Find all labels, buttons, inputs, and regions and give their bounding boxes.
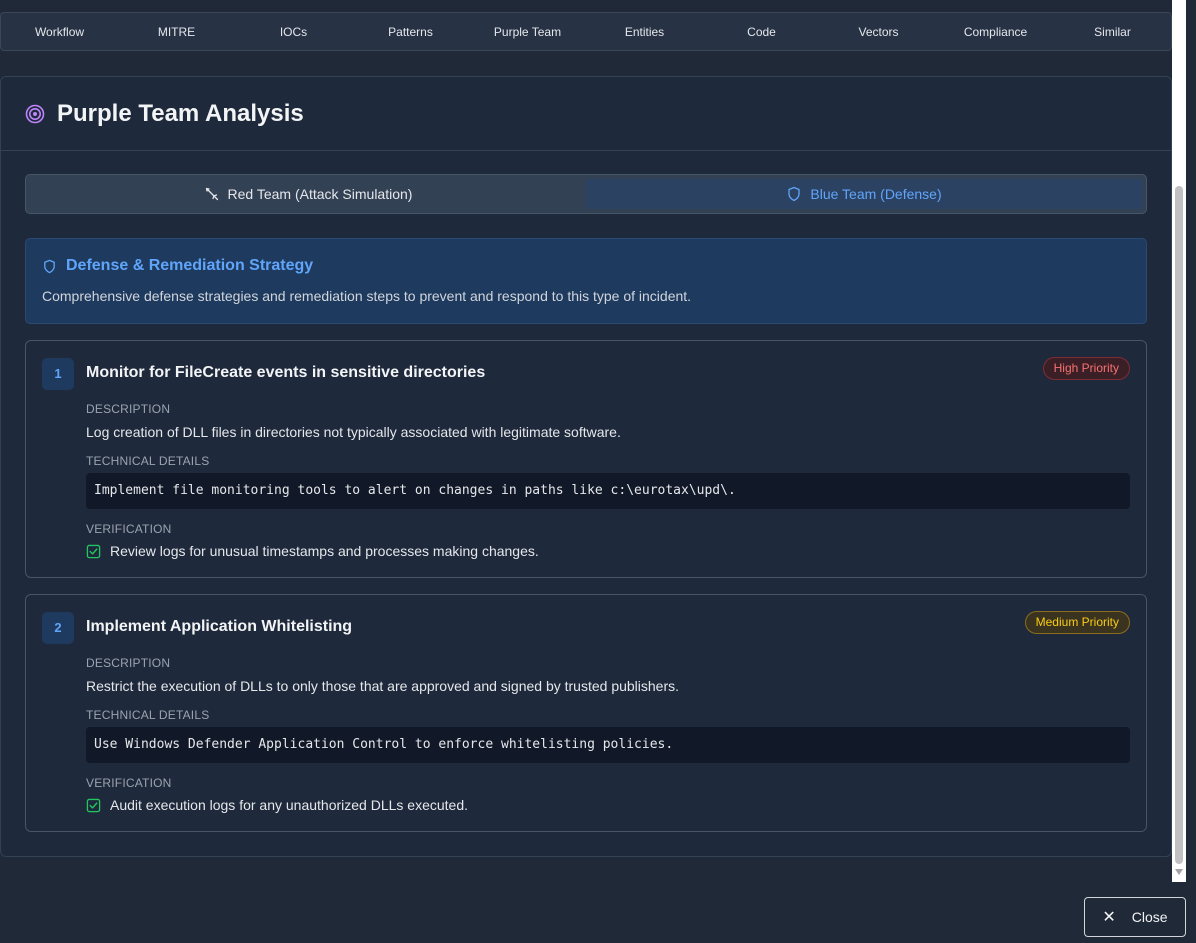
strategy-title: Defense & Remediation Strategy (66, 257, 314, 274)
tab-workflow[interactable]: Workflow (1, 13, 118, 51)
checkbox-checked-icon (86, 798, 101, 812)
tab-mitre[interactable]: MITRE (118, 13, 235, 51)
blue-team-button[interactable]: Blue Team (Defense) (586, 179, 1142, 209)
shield-icon (44, 259, 55, 273)
tab-compliance[interactable]: Compliance (937, 13, 1054, 51)
step-number: 2 (42, 612, 74, 644)
close-label: Close (1131, 909, 1168, 925)
technical-label: TECHNICAL DETAILS (86, 708, 210, 722)
red-team-button[interactable]: Red Team (Attack Simulation) (30, 179, 586, 209)
tab-code[interactable]: Code (703, 13, 820, 51)
technical-label: TECHNICAL DETAILS (86, 454, 210, 468)
checkbox-checked-icon (86, 544, 101, 558)
verification-label: VERIFICATION (86, 776, 172, 790)
tab-iocs[interactable]: IOCs (235, 13, 352, 51)
priority-badge: Medium Priority (1024, 611, 1130, 634)
strategy-header: Defense & Remediation Strategy (42, 257, 1130, 275)
card-title: Monitor for FileCreate events in sensiti… (86, 364, 486, 381)
close-icon: ✕ (1102, 909, 1116, 926)
target-icon (25, 104, 45, 124)
remediation-card: 1 Monitor for FileCreate events in sensi… (25, 340, 1147, 578)
page: Workflow MITRE IOCs Patterns Purple Team… (0, 0, 1196, 943)
scroll-down-icon[interactable] (1175, 869, 1183, 875)
description-text: Log creation of DLL files in directories… (86, 424, 621, 440)
tab-similar[interactable]: Similar (1054, 13, 1171, 51)
description-label: DESCRIPTION (86, 402, 171, 416)
panel-header: Purple Team Analysis (1, 77, 1171, 151)
tab-patterns[interactable]: Patterns (352, 13, 469, 51)
scrollbar[interactable] (1172, 0, 1186, 882)
close-button[interactable]: ✕ Close (1084, 897, 1186, 937)
sword-icon (205, 187, 218, 201)
tab-purple-team[interactable]: Purple Team (469, 13, 586, 51)
technical-code: Use Windows Defender Application Control… (86, 727, 1130, 763)
verification-row: Audit execution logs for any unauthorize… (86, 797, 468, 813)
scrollbar-thumb[interactable] (1175, 186, 1183, 864)
card-title: Implement Application Whitelisting (86, 618, 353, 635)
tab-entities[interactable]: Entities (586, 13, 703, 51)
strategy-box: Defense & Remediation Strategy Comprehen… (25, 238, 1147, 324)
priority-badge: High Priority (1042, 357, 1130, 380)
team-toggle: Red Team (Attack Simulation) Blue Team (… (25, 174, 1147, 214)
remediation-card: 2 Implement Application Whitelisting Med… (25, 594, 1147, 832)
strategy-description: Comprehensive defense strategies and rem… (42, 288, 692, 304)
blue-team-label: Blue Team (Defense) (810, 186, 942, 202)
verification-label: VERIFICATION (86, 522, 172, 536)
verification-row: Review logs for unusual timestamps and p… (86, 543, 539, 559)
red-team-label: Red Team (Attack Simulation) (227, 186, 413, 202)
page-title: Purple Team Analysis (57, 99, 304, 127)
description-text: Restrict the execution of DLLs to only t… (86, 678, 680, 694)
description-label: DESCRIPTION (86, 656, 171, 670)
technical-code: Implement file monitoring tools to alert… (86, 473, 1130, 509)
shield-icon (788, 186, 801, 202)
tab-bar: Workflow MITRE IOCs Patterns Purple Team… (0, 12, 1172, 51)
tab-vectors[interactable]: Vectors (820, 13, 937, 51)
verification-text: Audit execution logs for any unauthorize… (110, 797, 469, 813)
purple-team-panel: Purple Team Analysis Red Team (Attack Si… (0, 76, 1172, 857)
verification-text: Review logs for unusual timestamps and p… (110, 543, 539, 559)
step-number: 1 (42, 358, 74, 390)
